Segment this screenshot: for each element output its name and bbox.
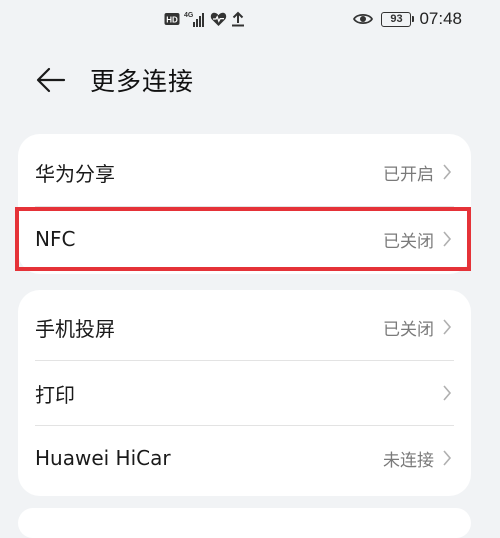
nfc-label: NFC (35, 227, 76, 251)
huawei-hicar-status: 未连接 (383, 450, 434, 471)
huawei-hicar-row[interactable]: Huawei HiCar 未连接 (18, 426, 471, 490)
settings-group-2: 手机投屏 已关闭 打印 Huawei HiCar 未连接 (18, 290, 471, 496)
hd-icon: HD (164, 13, 180, 25)
status-right: 93 07:48 (353, 9, 462, 29)
signal-icon: 4G (184, 12, 204, 27)
status-time: 07:48 (419, 9, 462, 28)
huawei-share-row[interactable]: 华为分享 已开启 (18, 138, 471, 206)
huawei-share-status: 已开启 (383, 164, 434, 185)
nfc-row[interactable]: NFC 已关闭 (18, 207, 471, 271)
huawei-share-label: 华为分享 (35, 161, 115, 186)
nfc-status: 已关闭 (383, 231, 434, 252)
page-header: 更多连接 (34, 58, 194, 102)
heart-icon (210, 12, 227, 26)
settings-group-1: 华为分享 已开启 NFC 已关闭 (18, 134, 471, 274)
settings-group-3-partial (18, 508, 471, 538)
status-bar: HD 4G 93 07:48 (0, 0, 500, 38)
huawei-hicar-label: Huawei HiCar (35, 446, 171, 470)
chevron-right-icon (440, 383, 454, 403)
print-row[interactable]: 打印 (18, 361, 471, 425)
battery-level: 93 (390, 12, 403, 25)
eye-icon (353, 13, 374, 25)
chevron-right-icon (440, 317, 454, 337)
chevron-right-icon (440, 448, 454, 468)
screen-projection-status: 已关闭 (383, 319, 434, 340)
chevron-right-icon (440, 162, 454, 182)
screen-projection-label: 手机投屏 (35, 316, 115, 341)
page-title: 更多连接 (90, 67, 195, 96)
back-button[interactable] (34, 63, 68, 97)
battery-icon: 93 (381, 11, 415, 27)
status-indicators: HD 4G (164, 9, 245, 29)
chevron-right-icon (440, 229, 454, 249)
print-label: 打印 (35, 382, 75, 407)
hd-label: HD (166, 16, 178, 25)
network-label: 4G (184, 12, 194, 19)
screen-projection-row[interactable]: 手机投屏 已关闭 (18, 294, 471, 360)
upload-icon (232, 11, 244, 27)
back-arrow-icon (36, 67, 66, 93)
